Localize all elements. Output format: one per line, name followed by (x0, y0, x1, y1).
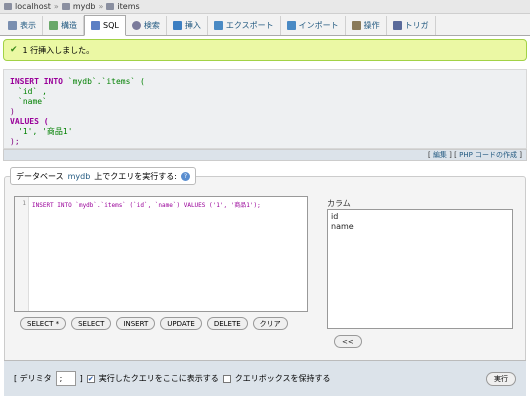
show-query-label: 実行したクエリをここに表示する (98, 374, 219, 383)
sql-query-editor[interactable]: 1 INSERT INTO `mydb`.`items` (`id`, `nam… (14, 196, 308, 312)
table-icon (8, 21, 17, 30)
title-suffix: 上でクエリを実行する: (94, 171, 177, 181)
success-message-text: 1 行挿入しました。 (22, 45, 95, 55)
tab-label: 表示 (20, 21, 36, 30)
breadcrumb: localhost » mydb » items (0, 0, 530, 14)
executed-sql: INSERT INTO `mydb`.`items` ( `id` , `nam… (3, 69, 527, 149)
breadcrumb-table[interactable]: items (117, 2, 139, 11)
structure-icon (49, 21, 58, 30)
delete-button[interactable]: DELETE (206, 317, 248, 330)
columns-list[interactable]: id name (327, 209, 513, 329)
insert-column-button[interactable]: << (334, 335, 362, 348)
query-panel-title: データベース mydb 上でクエリを実行する: ? (10, 167, 196, 185)
delimiter-input[interactable]: ; (55, 371, 76, 386)
delimiter-label: [ デリミタ (14, 374, 52, 383)
export-icon (213, 21, 223, 30)
tab-label: 構造 (61, 21, 77, 30)
columns-label: カラム (327, 199, 351, 208)
sql-keyword: VALUES ( (10, 117, 49, 126)
tab-browse[interactable]: 表示 (2, 16, 43, 35)
create-php-code-link[interactable]: PHP コードの作成 (459, 151, 517, 159)
edit-links: [ 編集 ] [ PHP コードの作成 ] (3, 149, 527, 161)
column-option-id[interactable]: id (331, 212, 509, 222)
tab-search[interactable]: 検索 (126, 16, 167, 35)
sql-text: '1', '商品1' (18, 127, 73, 136)
tab-insert[interactable]: 挿入 (167, 16, 208, 35)
tab-label: 操作 (363, 21, 380, 30)
insert-icon (172, 21, 182, 30)
breadcrumb-separator: » (98, 2, 104, 11)
import-icon (286, 21, 296, 30)
help-icon[interactable]: ? (181, 171, 190, 181)
keep-query-box-checkbox[interactable] (222, 374, 231, 383)
database-icon (61, 3, 70, 10)
tab-label: 挿入 (184, 21, 201, 30)
breadcrumb-database[interactable]: mydb (73, 2, 96, 11)
sql-text: ) (10, 107, 15, 116)
tab-bar: 表示 構造 SQL 検索 挿入 エクスポート インポート 操作 トリガ (0, 14, 530, 36)
breadcrumb-server[interactable]: localhost (15, 2, 51, 11)
trigger-icon (392, 21, 402, 30)
tab-export[interactable]: エクスポート (208, 16, 281, 35)
tab-structure[interactable]: 構造 (43, 16, 84, 35)
sql-icon (91, 21, 100, 30)
query-options-bar: [ デリミタ ; ] ✔ 実行したクエリをここに表示する クエリボックスを保持す… (4, 360, 526, 396)
column-option-name[interactable]: name (331, 222, 509, 232)
keep-query-box-label: クエリボックスを保持する (234, 374, 331, 383)
sql-text: ); (10, 137, 20, 146)
title-prefix: データベース (16, 171, 64, 181)
insert-button[interactable]: INSERT (116, 317, 156, 330)
show-query-checkbox[interactable]: ✔ (86, 374, 95, 383)
select-button[interactable]: SELECT (71, 317, 112, 330)
sql-text: `id` , (18, 87, 47, 96)
bracket: [ (427, 151, 431, 159)
checkmark-icon: ✔ (10, 45, 18, 55)
select-all-button[interactable]: SELECT * (20, 317, 67, 330)
sql-text: `mydb`.`items` ( (62, 77, 145, 86)
update-button[interactable]: UPDATE (160, 317, 202, 330)
bracket: ] (519, 151, 522, 159)
tab-sql[interactable]: SQL (84, 15, 126, 36)
tab-label: トリガ (404, 21, 429, 30)
wrench-icon (351, 21, 361, 30)
tab-label: エクスポート (225, 21, 274, 30)
table-icon (106, 3, 115, 10)
tab-label: SQL (103, 21, 119, 30)
tab-triggers[interactable]: トリガ (387, 16, 436, 35)
tab-operations[interactable]: 操作 (346, 16, 387, 35)
tab-label: インポート (298, 21, 339, 30)
tab-import[interactable]: インポート (281, 16, 346, 35)
sql-keyword: INSERT INTO (10, 77, 63, 86)
title-database: mydb (67, 171, 91, 181)
sql-query-text: INSERT INTO `mydb`.`items` (`id`, `name`… (32, 202, 261, 209)
sql-text: `name` (18, 97, 47, 106)
go-button[interactable]: 実行 (486, 371, 516, 386)
search-icon (131, 21, 141, 30)
query-buttons: SELECT * SELECT INSERT UPDATE DELETE クリア (20, 317, 288, 330)
server-icon (4, 3, 12, 10)
breadcrumb-separator: » (53, 2, 59, 11)
edit-link[interactable]: 編集 (433, 151, 447, 159)
line-number-gutter: 1 (15, 197, 29, 311)
delimiter-label-close: ] (79, 374, 83, 383)
tab-label: 検索 (143, 21, 160, 30)
success-message: ✔ 1 行挿入しました。 (3, 39, 527, 61)
bracket: ] [ (449, 151, 457, 159)
clear-button[interactable]: クリア (252, 317, 288, 330)
